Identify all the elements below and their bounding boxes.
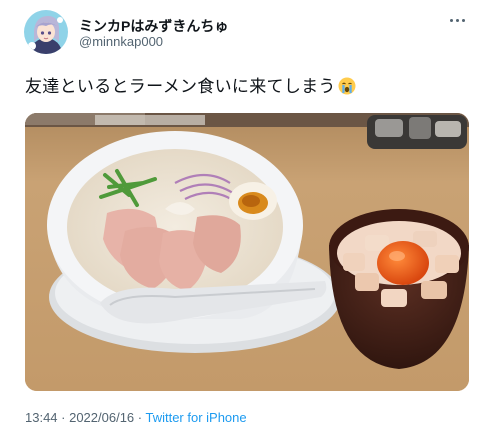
loudly-crying-face-icon xyxy=(338,77,356,100)
more-options-icon[interactable] xyxy=(448,14,468,28)
timestamp[interactable]: 13:44 · 2022/06/16 · xyxy=(25,410,145,425)
user-handle[interactable]: @minnkap000 xyxy=(79,34,163,49)
tweet-photo[interactable] xyxy=(25,113,469,391)
avatar[interactable] xyxy=(24,10,68,54)
tweet-text-body: 友達といるとラーメン食いに来てしまう xyxy=(25,77,336,96)
source-link[interactable]: Twitter for iPhone xyxy=(145,410,246,425)
avatar-image xyxy=(24,10,68,54)
tweet-header: ミンカPはみずきんちゅ @minnkap000 xyxy=(24,10,465,56)
tweet-meta: 13:44 · 2022/06/16 · Twitter for iPhone xyxy=(25,410,247,425)
display-name[interactable]: ミンカPはみずきんちゅ xyxy=(79,16,228,36)
tweet-text: 友達といるとラーメン食いに来てしまう xyxy=(25,72,356,100)
ramen-photo xyxy=(25,113,469,391)
condiment-tray xyxy=(367,115,467,149)
